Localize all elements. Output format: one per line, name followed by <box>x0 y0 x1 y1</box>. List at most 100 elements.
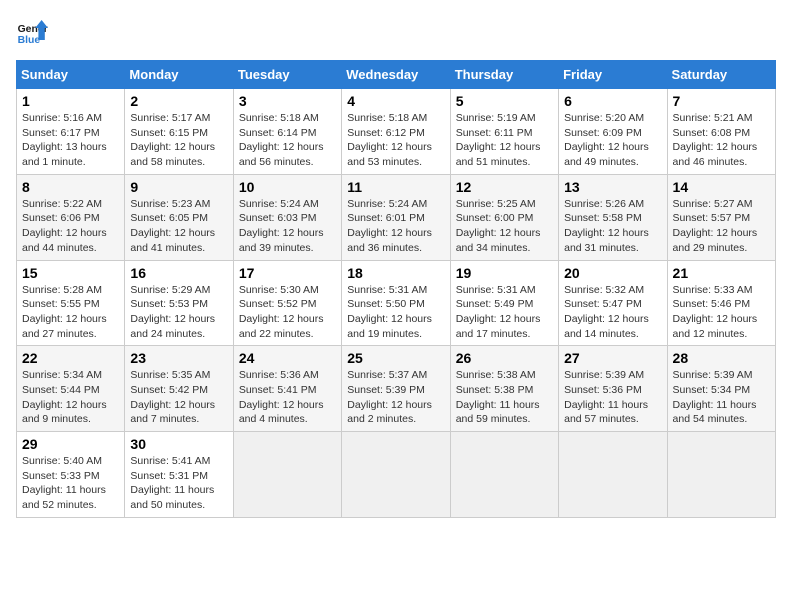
calendar-cell: 19 Sunrise: 5:31 AM Sunset: 5:49 PM Dayli… <box>450 260 558 346</box>
day-info: Sunrise: 5:32 AM Sunset: 5:47 PM Dayligh… <box>564 283 661 342</box>
calendar-week-row: 15 Sunrise: 5:28 AM Sunset: 5:55 PM Dayli… <box>17 260 776 346</box>
day-info: Sunrise: 5:16 AM Sunset: 6:17 PM Dayligh… <box>22 111 119 170</box>
calendar-cell: 10 Sunrise: 5:24 AM Sunset: 6:03 PM Dayli… <box>233 174 341 260</box>
day-number: 14 <box>673 179 770 195</box>
day-number: 8 <box>22 179 119 195</box>
calendar-cell: 22 Sunrise: 5:34 AM Sunset: 5:44 PM Dayli… <box>17 346 125 432</box>
day-info: Sunrise: 5:26 AM Sunset: 5:58 PM Dayligh… <box>564 197 661 256</box>
calendar-cell: 11 Sunrise: 5:24 AM Sunset: 6:01 PM Dayli… <box>342 174 450 260</box>
day-info: Sunrise: 5:17 AM Sunset: 6:15 PM Dayligh… <box>130 111 227 170</box>
calendar-cell: 8 Sunrise: 5:22 AM Sunset: 6:06 PM Daylig… <box>17 174 125 260</box>
calendar-cell: 29 Sunrise: 5:40 AM Sunset: 5:33 PM Dayli… <box>17 432 125 518</box>
calendar-cell: 9 Sunrise: 5:23 AM Sunset: 6:05 PM Daylig… <box>125 174 233 260</box>
calendar-week-row: 29 Sunrise: 5:40 AM Sunset: 5:33 PM Dayli… <box>17 432 776 518</box>
day-info: Sunrise: 5:31 AM Sunset: 5:49 PM Dayligh… <box>456 283 553 342</box>
day-info: Sunrise: 5:39 AM Sunset: 5:34 PM Dayligh… <box>673 368 770 427</box>
day-info: Sunrise: 5:25 AM Sunset: 6:00 PM Dayligh… <box>456 197 553 256</box>
day-number: 2 <box>130 93 227 109</box>
day-number: 5 <box>456 93 553 109</box>
logo: General Blue <box>16 16 48 48</box>
day-number: 22 <box>22 350 119 366</box>
day-number: 1 <box>22 93 119 109</box>
day-info: Sunrise: 5:29 AM Sunset: 5:53 PM Dayligh… <box>130 283 227 342</box>
calendar-cell: 21Sunrise: 5:33 AM Sunset: 5:46 PM Dayli… <box>667 260 775 346</box>
calendar-cell: 18Sunrise: 5:31 AM Sunset: 5:50 PM Dayli… <box>342 260 450 346</box>
calendar-week-row: 8 Sunrise: 5:22 AM Sunset: 6:06 PM Daylig… <box>17 174 776 260</box>
day-info: Sunrise: 5:39 AM Sunset: 5:36 PM Dayligh… <box>564 368 661 427</box>
calendar-cell: 26 Sunrise: 5:38 AM Sunset: 5:38 PM Dayli… <box>450 346 558 432</box>
day-info: Sunrise: 5:34 AM Sunset: 5:44 PM Dayligh… <box>22 368 119 427</box>
page-header: General Blue <box>16 16 776 48</box>
day-info: Sunrise: 5:40 AM Sunset: 5:33 PM Dayligh… <box>22 454 119 513</box>
calendar-cell <box>667 432 775 518</box>
calendar-cell: 12 Sunrise: 5:25 AM Sunset: 6:00 PM Dayli… <box>450 174 558 260</box>
header-tuesday: Tuesday <box>233 61 341 89</box>
day-number: 7 <box>673 93 770 109</box>
day-info: Sunrise: 5:37 AM Sunset: 5:39 PM Dayligh… <box>347 368 444 427</box>
calendar-cell: 6 Sunrise: 5:20 AM Sunset: 6:09 PM Daylig… <box>559 89 667 175</box>
day-info: Sunrise: 5:30 AM Sunset: 5:52 PM Dayligh… <box>239 283 336 342</box>
calendar-cell: 4 Sunrise: 5:18 AM Sunset: 6:12 PM Daylig… <box>342 89 450 175</box>
day-info: Sunrise: 5:19 AM Sunset: 6:11 PM Dayligh… <box>456 111 553 170</box>
calendar-cell: 17Sunrise: 5:30 AM Sunset: 5:52 PM Dayli… <box>233 260 341 346</box>
calendar-table: SundayMondayTuesdayWednesdayThursdayFrid… <box>16 60 776 518</box>
calendar-cell: 14Sunrise: 5:27 AM Sunset: 5:57 PM Dayli… <box>667 174 775 260</box>
calendar-cell: 3 Sunrise: 5:18 AM Sunset: 6:14 PM Daylig… <box>233 89 341 175</box>
day-number: 25 <box>347 350 444 366</box>
header-friday: Friday <box>559 61 667 89</box>
day-info: Sunrise: 5:18 AM Sunset: 6:14 PM Dayligh… <box>239 111 336 170</box>
calendar-cell: 15 Sunrise: 5:28 AM Sunset: 5:55 PM Dayli… <box>17 260 125 346</box>
calendar-cell: 2 Sunrise: 5:17 AM Sunset: 6:15 PM Daylig… <box>125 89 233 175</box>
day-info: Sunrise: 5:24 AM Sunset: 6:03 PM Dayligh… <box>239 197 336 256</box>
calendar-cell <box>559 432 667 518</box>
day-info: Sunrise: 5:24 AM Sunset: 6:01 PM Dayligh… <box>347 197 444 256</box>
day-number: 4 <box>347 93 444 109</box>
logo-icon: General Blue <box>16 16 48 48</box>
header-monday: Monday <box>125 61 233 89</box>
day-number: 13 <box>564 179 661 195</box>
header-thursday: Thursday <box>450 61 558 89</box>
day-number: 27 <box>564 350 661 366</box>
calendar-cell: 16 Sunrise: 5:29 AM Sunset: 5:53 PM Dayli… <box>125 260 233 346</box>
header-sunday: Sunday <box>17 61 125 89</box>
calendar-header-row: SundayMondayTuesdayWednesdayThursdayFrid… <box>17 61 776 89</box>
day-number: 10 <box>239 179 336 195</box>
day-number: 11 <box>347 179 444 195</box>
calendar-cell: 1 Sunrise: 5:16 AM Sunset: 6:17 PM Daylig… <box>17 89 125 175</box>
day-info: Sunrise: 5:21 AM Sunset: 6:08 PM Dayligh… <box>673 111 770 170</box>
day-info: Sunrise: 5:41 AM Sunset: 5:31 PM Dayligh… <box>130 454 227 513</box>
calendar-body: 1 Sunrise: 5:16 AM Sunset: 6:17 PM Daylig… <box>17 89 776 518</box>
calendar-cell <box>450 432 558 518</box>
day-number: 15 <box>22 265 119 281</box>
day-number: 26 <box>456 350 553 366</box>
day-number: 3 <box>239 93 336 109</box>
calendar-cell: 25 Sunrise: 5:37 AM Sunset: 5:39 PM Dayli… <box>342 346 450 432</box>
calendar-cell <box>233 432 341 518</box>
day-number: 24 <box>239 350 336 366</box>
header-wednesday: Wednesday <box>342 61 450 89</box>
day-info: Sunrise: 5:28 AM Sunset: 5:55 PM Dayligh… <box>22 283 119 342</box>
day-number: 19 <box>456 265 553 281</box>
day-info: Sunrise: 5:22 AM Sunset: 6:06 PM Dayligh… <box>22 197 119 256</box>
day-info: Sunrise: 5:38 AM Sunset: 5:38 PM Dayligh… <box>456 368 553 427</box>
day-info: Sunrise: 5:23 AM Sunset: 6:05 PM Dayligh… <box>130 197 227 256</box>
calendar-cell: 24Sunrise: 5:36 AM Sunset: 5:41 PM Dayli… <box>233 346 341 432</box>
calendar-cell: 28 Sunrise: 5:39 AM Sunset: 5:34 PM Dayli… <box>667 346 775 432</box>
calendar-cell: 30Sunrise: 5:41 AM Sunset: 5:31 PM Dayli… <box>125 432 233 518</box>
day-info: Sunrise: 5:20 AM Sunset: 6:09 PM Dayligh… <box>564 111 661 170</box>
day-number: 9 <box>130 179 227 195</box>
day-number: 16 <box>130 265 227 281</box>
header-saturday: Saturday <box>667 61 775 89</box>
day-number: 28 <box>673 350 770 366</box>
day-number: 20 <box>564 265 661 281</box>
day-number: 12 <box>456 179 553 195</box>
day-info: Sunrise: 5:18 AM Sunset: 6:12 PM Dayligh… <box>347 111 444 170</box>
calendar-cell: 23Sunrise: 5:35 AM Sunset: 5:42 PM Dayli… <box>125 346 233 432</box>
calendar-cell: 7 Sunrise: 5:21 AM Sunset: 6:08 PM Daylig… <box>667 89 775 175</box>
calendar-cell <box>342 432 450 518</box>
calendar-week-row: 22 Sunrise: 5:34 AM Sunset: 5:44 PM Dayli… <box>17 346 776 432</box>
day-info: Sunrise: 5:35 AM Sunset: 5:42 PM Dayligh… <box>130 368 227 427</box>
day-number: 6 <box>564 93 661 109</box>
day-number: 29 <box>22 436 119 452</box>
calendar-cell: 5 Sunrise: 5:19 AM Sunset: 6:11 PM Daylig… <box>450 89 558 175</box>
